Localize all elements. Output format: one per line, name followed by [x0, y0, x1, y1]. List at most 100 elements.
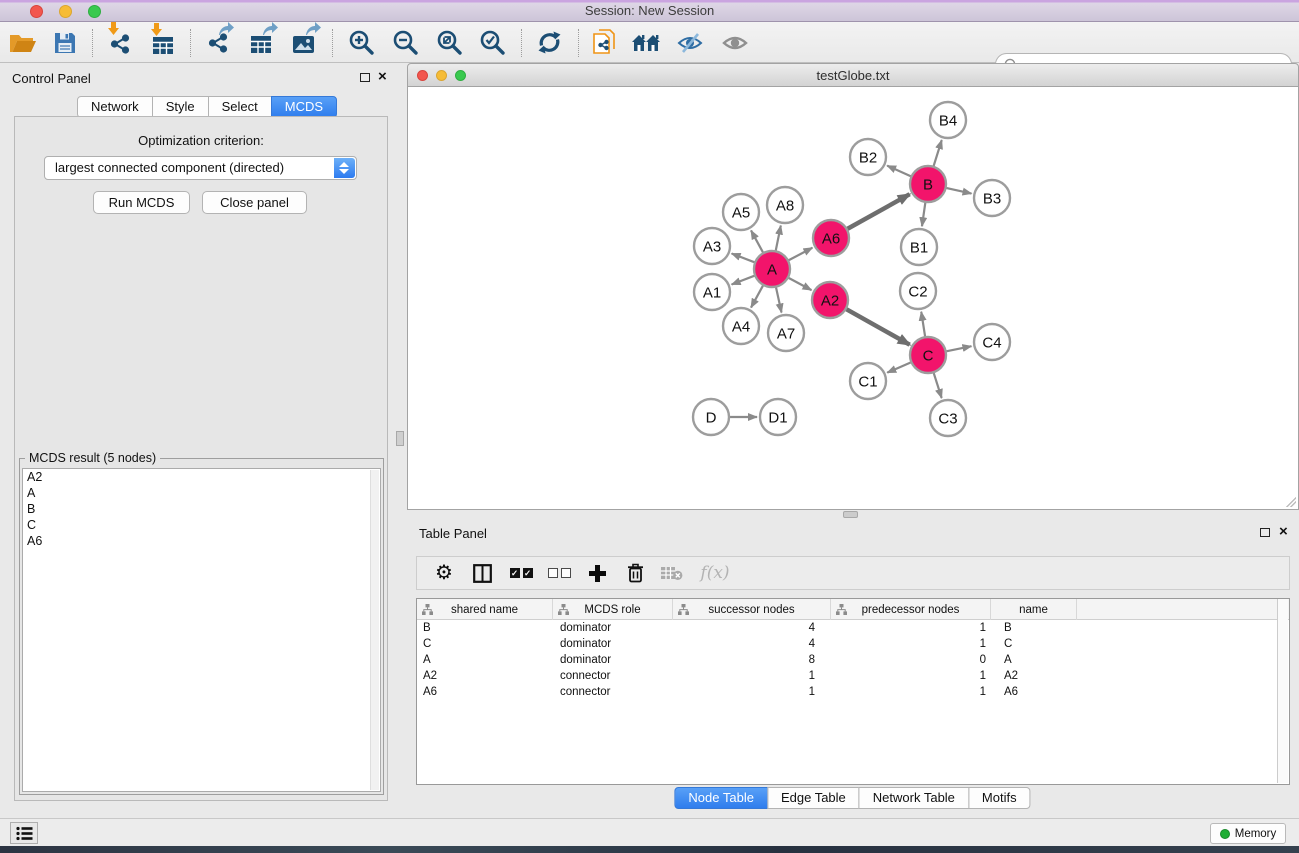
tab-style[interactable]: Style	[152, 96, 209, 118]
network-canvas[interactable]: B4 B2 B B3 A5A8 A6 B1 A3 A C2 A1 A2 A4A7 C4 C C1 C3 D D1	[407, 87, 1299, 510]
node-A2[interactable]: A2	[812, 282, 848, 318]
edge-C-C1[interactable]	[887, 362, 911, 372]
edge-A-A1[interactable]	[732, 275, 756, 284]
refresh-layout-icon[interactable]	[530, 22, 568, 63]
export-table-icon[interactable]	[242, 22, 280, 63]
mcds-result-item[interactable]: A	[23, 485, 380, 501]
select-all-rows-icon[interactable]: ✓✓	[504, 557, 538, 589]
node-table[interactable]: shared nameMCDS rolesuccessor nodesprede…	[416, 598, 1290, 785]
edge-A-A3[interactable]	[732, 254, 756, 263]
edge-A-A7[interactable]	[776, 287, 782, 313]
node-A3[interactable]: A3	[694, 228, 730, 264]
edge-A2-C[interactable]	[846, 309, 910, 345]
table-row-A[interactable]: Adominator80A	[417, 653, 1077, 669]
edge-C-C2[interactable]	[921, 312, 925, 337]
mcds-result-list[interactable]: A2ABCA6	[22, 468, 381, 792]
node-C[interactable]: C	[910, 337, 946, 373]
tab-select[interactable]: Select	[208, 96, 272, 118]
column-header-predecessor-nodes[interactable]: predecessor nodes	[831, 599, 991, 620]
table-row-A2[interactable]: A2connector11A2	[417, 669, 1077, 685]
import-network-icon[interactable]	[101, 22, 139, 63]
edge-A-A6[interactable]	[788, 248, 812, 261]
mcds-result-item[interactable]: A6	[23, 533, 380, 549]
close-panel-button[interactable]: Close panel	[202, 191, 307, 214]
home-view-icon[interactable]	[628, 22, 666, 63]
column-header-successor-nodes[interactable]: successor nodes	[673, 599, 831, 620]
zoom-out-icon[interactable]	[386, 22, 424, 63]
edge-C-C4[interactable]	[946, 346, 972, 351]
node-B2[interactable]: B2	[850, 139, 886, 175]
edge-B-B2[interactable]	[887, 166, 911, 177]
delete-row-trash-icon[interactable]	[618, 557, 652, 589]
vertical-split-handle[interactable]	[396, 431, 404, 446]
show-all-eye-icon[interactable]	[716, 22, 754, 63]
node-A[interactable]: A	[754, 251, 790, 287]
table-row-B[interactable]: Bdominator41B	[417, 621, 1077, 637]
node-A5[interactable]: A5	[723, 194, 759, 230]
export-network-icon[interactable]	[199, 22, 237, 63]
memory-button[interactable]: Memory	[1210, 823, 1286, 844]
close-panel-icon[interactable]: ×	[1279, 523, 1288, 540]
hide-selected-eye-icon[interactable]	[671, 22, 709, 63]
export-image-icon[interactable]	[284, 22, 322, 63]
task-history-button[interactable]	[10, 822, 38, 844]
node-C1[interactable]: C1	[850, 363, 886, 399]
tab-mcds[interactable]: MCDS	[271, 96, 337, 118]
close-panel-icon[interactable]: ×	[378, 68, 387, 85]
result-scrollbar[interactable]	[370, 470, 379, 790]
node-B[interactable]: B	[910, 166, 946, 202]
mcds-result-item[interactable]: A2	[23, 469, 380, 485]
network-window-title-bar[interactable]: testGlobe.txt	[407, 63, 1299, 87]
float-panel-icon[interactable]	[1260, 528, 1270, 537]
node-B4[interactable]: B4	[930, 102, 966, 138]
node-C2[interactable]: C2	[900, 273, 936, 309]
edge-B-B3[interactable]	[946, 188, 972, 194]
edge-B-B4[interactable]	[933, 140, 941, 167]
tab-network[interactable]: Network	[77, 96, 153, 118]
open-session-icon[interactable]	[4, 22, 42, 63]
node-A1[interactable]: A1	[694, 274, 730, 310]
edge-A6-B[interactable]	[847, 194, 910, 229]
edge-B-B1[interactable]	[922, 202, 925, 226]
column-header-shared-name[interactable]: shared name	[417, 599, 553, 620]
run-mcds-button[interactable]: Run MCDS	[93, 191, 190, 214]
column-header-name[interactable]: name	[991, 599, 1077, 620]
mcds-result-item[interactable]: B	[23, 501, 380, 517]
table-scrollbar[interactable]	[1277, 599, 1288, 783]
edge-A-A2[interactable]	[788, 277, 812, 290]
new-session-from-network-icon[interactable]	[586, 22, 624, 63]
node-C3[interactable]: C3	[930, 400, 966, 436]
node-A7[interactable]: A7	[768, 315, 804, 351]
table-settings-gear-icon[interactable]: ⚙	[427, 557, 461, 589]
edge-A-A4[interactable]	[751, 285, 763, 308]
node-D1[interactable]: D1	[760, 399, 796, 435]
table-row-A6[interactable]: A6connector11A6	[417, 685, 1077, 701]
window-resize-grip[interactable]	[1284, 495, 1296, 507]
node-C4[interactable]: C4	[974, 324, 1010, 360]
node-A6[interactable]: A6	[813, 220, 849, 256]
edge-A-A5[interactable]	[751, 230, 763, 253]
import-table-icon[interactable]	[144, 22, 182, 63]
table-row-C[interactable]: Cdominator41C	[417, 637, 1077, 653]
zoom-selected-icon[interactable]	[473, 22, 511, 63]
save-session-icon[interactable]	[46, 22, 84, 63]
deselect-all-rows-icon[interactable]	[542, 557, 576, 589]
node-B3[interactable]: B3	[974, 180, 1010, 216]
float-panel-icon[interactable]	[360, 73, 370, 82]
tab-node-table[interactable]: Node Table	[674, 787, 768, 809]
delete-table-icon[interactable]	[655, 557, 689, 589]
edge-C-C3[interactable]	[933, 372, 941, 398]
node-D[interactable]: D	[693, 399, 729, 435]
edge-A-A8[interactable]	[776, 226, 781, 252]
show-column-icon[interactable]	[465, 557, 499, 589]
node-B1[interactable]: B1	[901, 229, 937, 265]
horizontal-split-handle[interactable]	[843, 511, 858, 518]
mcds-result-item[interactable]: C	[23, 517, 380, 533]
criterion-dropdown[interactable]: largest connected component (directed)	[44, 156, 357, 180]
column-header-MCDS-role[interactable]: MCDS role	[553, 599, 673, 620]
node-A8[interactable]: A8	[767, 187, 803, 223]
node-A4[interactable]: A4	[723, 308, 759, 344]
tab-motifs[interactable]: Motifs	[968, 787, 1031, 809]
tab-edge-table[interactable]: Edge Table	[767, 787, 860, 809]
zoom-fit-icon[interactable]	[430, 22, 468, 63]
